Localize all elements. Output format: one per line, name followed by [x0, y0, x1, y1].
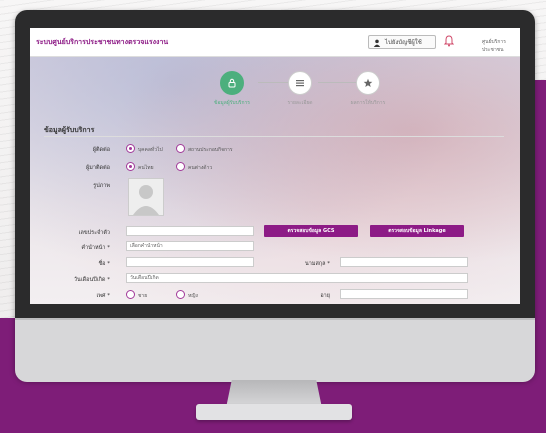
- nationality-option-1: คนไทย: [138, 165, 154, 171]
- dob-input[interactable]: วันเดือนปีเกิด: [126, 273, 468, 283]
- user-icon: [373, 39, 381, 47]
- contact-type-radio-business[interactable]: [176, 144, 185, 153]
- step-2-label: รายละเอียด: [287, 100, 313, 106]
- id-input[interactable]: [126, 226, 254, 236]
- list-icon: [288, 71, 312, 95]
- nationality-radio-thai[interactable]: [126, 162, 135, 171]
- nationality-option-2: คนต่างด้าว: [188, 165, 213, 171]
- form-content: ข้อมูลผู้รับบริการ รายละเอียด ผลการให้บร…: [30, 57, 520, 304]
- age-label: อายุ: [320, 293, 330, 299]
- contact-type-label: ผู้ติดต่อ: [92, 147, 110, 153]
- last-name-input[interactable]: [340, 257, 468, 267]
- first-name-label: ชื่อ *: [98, 261, 110, 267]
- step-3[interactable]: ผลการให้บริการ: [338, 71, 398, 107]
- contact-type-radio-general[interactable]: [126, 144, 135, 153]
- screen: ระบบศูนย์บริการประชาชนทางตรวจแรงงาน ไปยั…: [30, 28, 520, 304]
- monitor-chin: [15, 318, 535, 382]
- step-3-label: ผลการให้บริการ: [350, 100, 386, 106]
- avatar: [128, 178, 164, 216]
- section-title: ข้อมูลผู้รับบริการ: [44, 126, 95, 134]
- nationality-label: ผู้มาติดต่อ: [86, 165, 110, 171]
- photo-label: รูปภาพ: [93, 183, 110, 189]
- last-name-label: นามสกุล *: [304, 261, 330, 267]
- section-divider: [44, 136, 504, 137]
- nationality-radio-foreign[interactable]: [176, 162, 185, 171]
- gender-radio-female[interactable]: [176, 290, 185, 299]
- monitor-base: [196, 404, 352, 420]
- prefix-select[interactable]: เลือกคำนำหน้า: [126, 241, 254, 251]
- first-name-input[interactable]: [126, 257, 254, 267]
- age-input[interactable]: [340, 289, 468, 299]
- contact-type-option-2: สถานประกอบกิจการ: [188, 147, 233, 153]
- prefix-label: คำนำหน้า *: [81, 245, 110, 251]
- user-button-label: ไปยังบัญชีผู้ใช้: [385, 39, 422, 46]
- bell-icon[interactable]: [444, 35, 454, 47]
- gender-radio-male[interactable]: [126, 290, 135, 299]
- user-account-button[interactable]: ไปยังบัญชีผู้ใช้: [368, 35, 436, 49]
- gender-label: เพศ *: [96, 293, 111, 299]
- check-gcs-button[interactable]: ตรวจสอบข้อมูล GCS: [264, 225, 358, 237]
- user-name: ศูนย์บริการประชาชน: [482, 39, 506, 53]
- gender-option-male: ชาย: [138, 293, 148, 299]
- star-icon: [356, 71, 380, 95]
- step-2[interactable]: รายละเอียด: [270, 71, 330, 107]
- contact-type-option-1: บุคคลทั่วไป: [138, 147, 163, 153]
- app-title: ระบบศูนย์บริการประชาชนทางตรวจแรงงาน: [36, 38, 169, 46]
- dob-label: วันเดือนปีเกิด *: [73, 277, 110, 283]
- step-1-label: ข้อมูลผู้รับบริการ: [214, 100, 250, 106]
- check-linkage-button[interactable]: ตรวจสอบข้อมูล Linkage: [370, 225, 464, 237]
- lock-icon: [220, 71, 244, 95]
- prefix-select-value: เลือกคำนำหน้า: [130, 243, 163, 249]
- id-label: เลขประจำตัว: [78, 230, 110, 236]
- gender-option-female: หญิง: [188, 293, 198, 299]
- dob-placeholder: วันเดือนปีเกิด: [130, 275, 159, 281]
- step-1[interactable]: ข้อมูลผู้รับบริการ: [202, 71, 262, 107]
- top-bar: ระบบศูนย์บริการประชาชนทางตรวจแรงงาน ไปยั…: [30, 28, 520, 57]
